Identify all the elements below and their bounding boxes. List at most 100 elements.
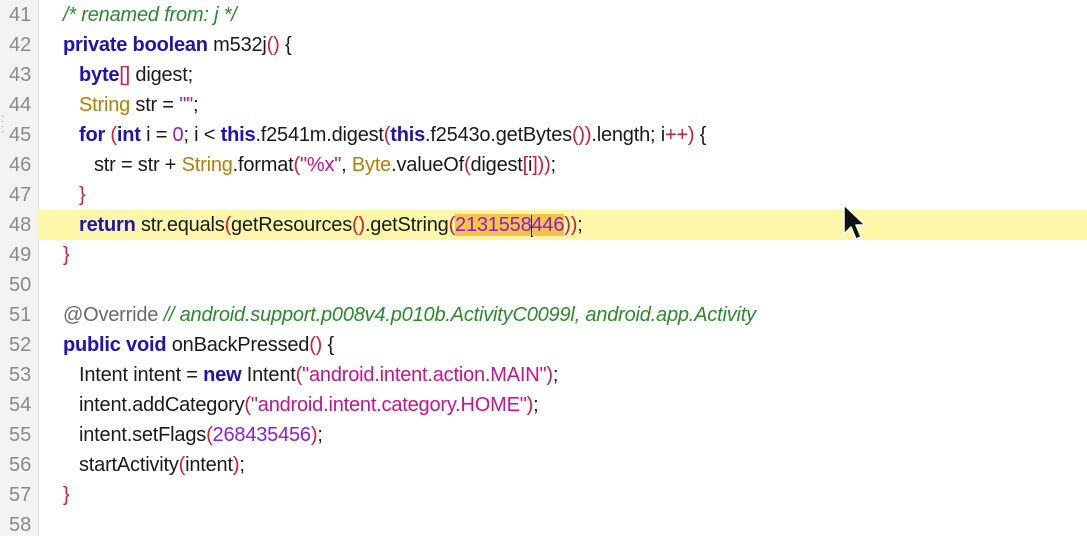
- code-text[interactable]: str = str + String.format("%x", Byte.val…: [94, 150, 556, 180]
- code-token: getResources: [231, 214, 353, 236]
- code-line[interactable]: 55 intent.setFlags(268435456);: [0, 420, 1087, 450]
- code-token: }: [63, 484, 70, 506]
- code-text[interactable]: }: [79, 180, 86, 210]
- code-token: "%x": [299, 154, 342, 176]
- code-token: ++: [664, 124, 688, 146]
- code-token: this: [390, 124, 426, 146]
- code-line[interactable]: 56 startActivity(intent);: [0, 450, 1087, 480]
- code-token: ])): [532, 154, 551, 176]
- code-token: return: [79, 214, 136, 236]
- code-token: str =: [130, 94, 180, 116]
- code-text[interactable]: /* renamed from: j */: [63, 0, 237, 30]
- code-token: ; i <: [183, 124, 221, 146]
- line-number: 46: [9, 154, 32, 176]
- code-token: (): [352, 214, 365, 236]
- code-token: str = str +: [94, 154, 182, 176]
- code-token: 0: [172, 124, 184, 146]
- code-token: intent.setFlags: [79, 424, 207, 446]
- code-token: digest: [470, 154, 523, 176]
- line-number: 50: [9, 274, 32, 296]
- code-line[interactable]: 47}: [0, 180, 1087, 210]
- code-token: /* renamed from: j */: [63, 4, 237, 26]
- code-token: {: [322, 334, 334, 356]
- code-line[interactable]: 46 str = str + String.format("%x", Byte.v…: [0, 150, 1087, 180]
- code-token: (): [309, 334, 323, 356]
- code-token: public: [63, 334, 121, 356]
- code-line[interactable]: 41 /* renamed from: j */: [0, 0, 1087, 30]
- code-text[interactable]: startActivity(intent);: [79, 450, 245, 480]
- code-token: ;: [533, 394, 539, 416]
- code-line[interactable]: 43 byte[] digest;: [0, 60, 1087, 90]
- code-token: // android.support.p008v4.p010b.Activity…: [163, 304, 757, 326]
- code-line[interactable]: 49}: [0, 240, 1087, 270]
- code-token: }: [79, 184, 86, 206]
- code-text[interactable]: @Override // android.support.p008v4.p010…: [63, 300, 756, 330]
- code-text[interactable]: private boolean m532j() {: [63, 30, 292, 60]
- line-number: 56: [9, 454, 32, 476]
- line-number: 44: [9, 94, 32, 116]
- code-text[interactable]: String str = "";: [79, 90, 199, 120]
- code-token: ;: [193, 94, 199, 116]
- line-number: 55: [9, 424, 32, 446]
- code-token: )): [564, 214, 578, 236]
- line-number: 49: [9, 244, 32, 266]
- code-token: void: [126, 334, 167, 356]
- code-token: {: [699, 124, 707, 146]
- code-token: ): [687, 124, 700, 146]
- selected-number: 2131558: [455, 214, 532, 236]
- code-text[interactable]: intent.setFlags(268435456);: [79, 420, 323, 450]
- code-token: String: [181, 154, 233, 176]
- code-line[interactable]: 51 @Override // android.support.p008v4.p0…: [0, 300, 1087, 330]
- code-line[interactable]: 50: [0, 270, 1087, 300]
- code-token: new: [203, 364, 242, 386]
- code-token: "android.intent.action.MAIN": [302, 364, 547, 386]
- code-token: ;: [577, 214, 583, 236]
- code-token: Intent: [241, 364, 296, 386]
- code-token: byte: [79, 64, 120, 86]
- line-number: 48: [0, 210, 38, 240]
- code-line[interactable]: 54 intent.addCategory("android.intent.cat…: [0, 390, 1087, 420]
- code-token: i =: [140, 124, 173, 146]
- line-number: 51: [9, 304, 32, 326]
- line-number: 52: [9, 334, 32, 356]
- code-text[interactable]: Intent intent = new Intent("android.inte…: [79, 360, 558, 390]
- code-token: .f2543o.getBytes: [425, 124, 572, 146]
- line-number: 41: [9, 4, 32, 26]
- code-editor[interactable]: · · · · 41/* renamed from: j */42 private bo…: [0, 0, 1087, 536]
- code-line[interactable]: 57}: [0, 480, 1087, 510]
- code-line[interactable]: 52 public void onBackPressed() {: [0, 330, 1087, 360]
- code-token: intent.addCategory: [79, 394, 245, 416]
- line-number: 57: [9, 484, 32, 506]
- code-line[interactable]: 42 private boolean m532j() {: [0, 30, 1087, 60]
- code-text[interactable]: for (int i = 0; i < this.f2541m.digest(t…: [79, 120, 706, 150]
- code-token: onBackPressed: [166, 334, 310, 356]
- code-text[interactable]: return str.equals(getResources().getStri…: [79, 210, 583, 240]
- selected-number: 446: [531, 214, 565, 236]
- code-token: ;: [239, 454, 245, 476]
- code-text[interactable]: }: [63, 240, 70, 270]
- code-token: Byte: [351, 154, 392, 176]
- code-text[interactable]: intent.addCategory("android.intent.categ…: [79, 390, 539, 420]
- code-token: }: [63, 244, 70, 266]
- code-line[interactable]: 45 for (int i = 0; i < this.f2541m.digest…: [0, 120, 1087, 150]
- code-token: this: [220, 124, 256, 146]
- code-text[interactable]: }: [63, 480, 70, 510]
- code-token: .length; i: [591, 124, 665, 146]
- code-token: .getString: [364, 214, 449, 236]
- code-token: ()): [571, 124, 592, 146]
- code-line[interactable]: 53 Intent intent = new Intent("android.in…: [0, 360, 1087, 390]
- code-line[interactable]: 44 String str = "";: [0, 90, 1087, 120]
- code-token: (): [266, 34, 280, 56]
- code-text[interactable]: byte[] digest;: [79, 60, 193, 90]
- current-line[interactable]: 48 return str.equals(getResources().getSt…: [0, 210, 1087, 240]
- code-token: int: [116, 124, 141, 146]
- line-number: 42: [9, 34, 32, 56]
- code-token: {: [279, 34, 292, 56]
- code-token: str.equals: [135, 214, 225, 236]
- line-number: 54: [9, 394, 32, 416]
- code-token: 268435456: [212, 424, 312, 446]
- code-token: "android.intent.category.HOME": [250, 394, 527, 416]
- code-token: startActivity: [79, 454, 179, 476]
- code-text[interactable]: public void onBackPressed() {: [63, 330, 334, 360]
- code-token: intent: [185, 454, 233, 476]
